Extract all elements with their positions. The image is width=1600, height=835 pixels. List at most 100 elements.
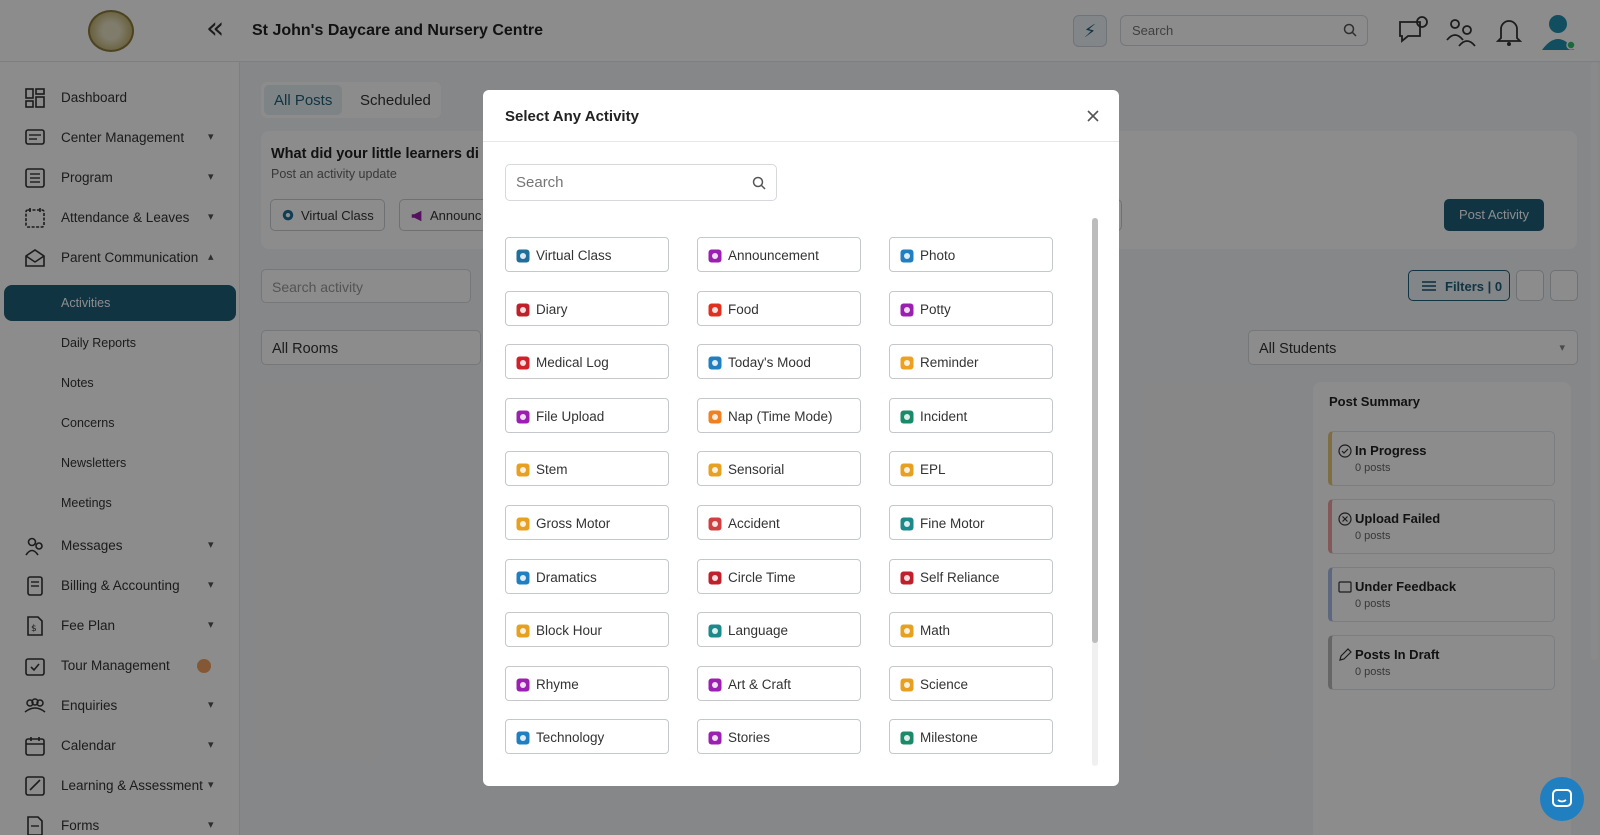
modal-scroll-thumb[interactable] (1092, 218, 1098, 643)
activity-option-label: Science (920, 677, 969, 692)
math-icon (899, 623, 915, 639)
activity-option-label: Stem (536, 462, 568, 477)
activity-option-art-craft[interactable]: Art & Craft (697, 666, 861, 701)
music-note-icon (515, 677, 531, 693)
activity-option-label: Accident (728, 516, 780, 531)
alarm-clock-icon (899, 355, 915, 371)
modal-title: Select Any Activity (505, 108, 639, 125)
activity-option-potty[interactable]: Potty (889, 291, 1053, 326)
activity-option-label: Announcement (728, 248, 819, 263)
activity-option-diary[interactable]: Diary (505, 291, 669, 326)
activity-option-label: Self Reliance (920, 570, 1000, 585)
activity-option-label: Potty (920, 302, 951, 317)
accident-icon (707, 516, 723, 532)
close-icon[interactable] (1083, 106, 1103, 126)
activity-option-incident[interactable]: Incident (889, 398, 1053, 433)
activity-option-label: Dramatics (536, 570, 597, 585)
activity-option-label: Stories (728, 730, 771, 745)
activity-option-medical-log[interactable]: Medical Log (505, 344, 669, 379)
webcam-icon (515, 248, 531, 264)
apple-icon (707, 302, 723, 318)
activity-option-fine-motor[interactable]: Fine Motor (889, 505, 1053, 540)
toilet-icon (899, 302, 915, 318)
moon-icon (707, 409, 723, 425)
megaphone-icon (707, 248, 723, 264)
activity-option-label: Medical Log (536, 355, 609, 370)
flask-icon (515, 462, 531, 478)
activity-option-label: Math (920, 623, 951, 638)
activity-option-label: Milestone (920, 730, 978, 745)
activity-option-technology[interactable]: Technology (505, 719, 669, 754)
activity-option-label: Diary (536, 302, 568, 317)
activity-option-label: Nap (Time Mode) (728, 409, 833, 424)
science-flask-icon (899, 677, 915, 693)
image-icon (899, 248, 915, 264)
activity-option-circle-time[interactable]: Circle Time (697, 559, 861, 594)
activity-option-label: Block Hour (536, 623, 603, 638)
activity-option-label: Virtual Class (536, 248, 612, 263)
activity-option-self-reliance[interactable]: Self Reliance (889, 559, 1053, 594)
activity-option-virtual-class[interactable]: Virtual Class (505, 237, 669, 272)
activity-option-label: Incident (920, 409, 968, 424)
activity-option-label: Art & Craft (728, 677, 792, 692)
palette-icon (707, 677, 723, 693)
blocks-icon (515, 623, 531, 639)
activity-option-label: Food (728, 302, 759, 317)
activity-option-label: Technology (536, 730, 605, 745)
abc-blocks-icon (707, 623, 723, 639)
masks-icon (515, 570, 531, 586)
search-icon (752, 176, 766, 190)
hand-epl-icon (899, 462, 915, 478)
activity-option-label: Language (728, 623, 789, 638)
activity-option-rhyme[interactable]: Rhyme (505, 666, 669, 701)
hand-sense-icon (707, 462, 723, 478)
activity-search[interactable] (505, 164, 777, 201)
activity-option-language[interactable]: Language (697, 612, 861, 647)
activity-option-label: EPL (920, 462, 946, 477)
activity-option-label: Rhyme (536, 677, 579, 692)
activity-option-stem[interactable]: Stem (505, 451, 669, 486)
activity-option-label: Reminder (920, 355, 979, 370)
support-chat-button[interactable] (1540, 777, 1584, 821)
activity-option-reminder[interactable]: Reminder (889, 344, 1053, 379)
smiley-icon (707, 355, 723, 371)
activity-option-label: File Upload (536, 409, 605, 424)
activity-option-file-upload[interactable]: File Upload (505, 398, 669, 433)
person-icon (899, 570, 915, 586)
flag-icon (899, 730, 915, 746)
activity-option-stories[interactable]: Stories (697, 719, 861, 754)
activity-option-label: Photo (920, 248, 956, 263)
activity-option-math[interactable]: Math (889, 612, 1053, 647)
activity-search-input[interactable] (506, 165, 736, 200)
activity-option-photo[interactable]: Photo (889, 237, 1053, 272)
activity-option-label: Sensorial (728, 462, 785, 477)
stories-icon (707, 730, 723, 746)
activity-option-milestone[interactable]: Milestone (889, 719, 1053, 754)
folder-upload-icon (515, 409, 531, 425)
select-activity-modal: Select Any Activity Virtual Class Announc… (483, 90, 1119, 786)
activity-option-science[interactable]: Science (889, 666, 1053, 701)
activity-option-dramatics[interactable]: Dramatics (505, 559, 669, 594)
activity-option-block-hour[interactable]: Block Hour (505, 612, 669, 647)
activity-option-label: Circle Time (728, 570, 796, 585)
medical-cross-icon (515, 355, 531, 371)
activity-option-accident[interactable]: Accident (697, 505, 861, 540)
activity-option-label: Gross Motor (536, 516, 611, 531)
activity-option-label: Fine Motor (920, 516, 985, 531)
page-scrollbar[interactable] (1591, 62, 1598, 660)
book-icon (515, 302, 531, 318)
activity-option-announcement[interactable]: Announcement (697, 237, 861, 272)
activity-option-gross-motor[interactable]: Gross Motor (505, 505, 669, 540)
activity-option-food[interactable]: Food (697, 291, 861, 326)
activity-option-sensorial[interactable]: Sensorial (697, 451, 861, 486)
activity-option-label: Today's Mood (728, 355, 811, 370)
activity-option-epl[interactable]: EPL (889, 451, 1053, 486)
modal-header: Select Any Activity (483, 90, 1119, 142)
bulb-icon (515, 730, 531, 746)
activity-option-nap-time-mode[interactable]: Nap (Time Mode) (697, 398, 861, 433)
circle-people-icon (707, 570, 723, 586)
pencil-icon (899, 516, 915, 532)
chat-bubble-icon (1552, 789, 1572, 807)
alert-icon (899, 409, 915, 425)
activity-option-today-s-mood[interactable]: Today's Mood (697, 344, 861, 379)
